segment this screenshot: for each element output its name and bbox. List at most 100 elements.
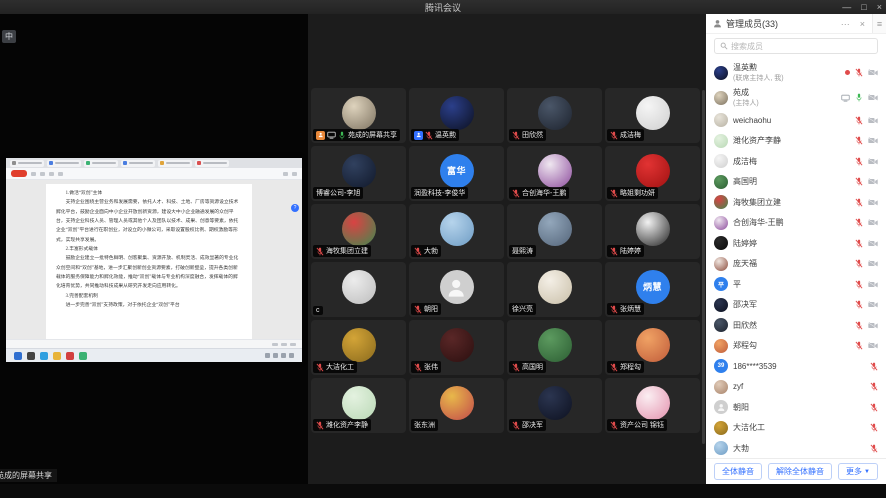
video-tile[interactable]: 大洁化工 xyxy=(311,320,406,375)
tile-name-label: 大勃 xyxy=(411,245,441,257)
participant-avatar xyxy=(342,212,376,246)
video-tile[interactable]: 陆婷婷 xyxy=(605,204,700,259)
tile-name-label: 朝阳 xyxy=(411,303,441,315)
video-tile[interactable]: 博睿公司-李旭 xyxy=(311,146,406,201)
tile-name-label: 苑成的屏幕共享 xyxy=(313,129,400,141)
participant-avatar xyxy=(636,328,670,362)
close-button[interactable]: × xyxy=(877,0,882,14)
mic-muted-icon xyxy=(610,131,618,140)
mic-muted-icon xyxy=(610,189,618,198)
panel-overflow-button[interactable]: ··· xyxy=(838,19,853,29)
member-row[interactable]: 合创海华-王鹏 xyxy=(706,213,886,234)
document-tab[interactable] xyxy=(121,160,155,167)
video-tile[interactable]: 张伟 xyxy=(409,320,504,375)
video-tile[interactable]: 徐兴亮 xyxy=(507,262,602,317)
member-avatar xyxy=(714,339,728,353)
mic-muted-icon xyxy=(316,421,324,430)
participant-name: 润盈科技-李俊华 xyxy=(414,188,465,198)
member-avatar: 平 xyxy=(714,277,728,291)
help-badge-icon[interactable]: ? xyxy=(291,204,299,212)
window-title: 腾讯会议 xyxy=(0,1,886,14)
member-search-box[interactable] xyxy=(714,38,878,54)
member-row[interactable]: 高国明 xyxy=(706,172,886,193)
video-tile[interactable]: 邵决军 xyxy=(507,378,602,433)
recording-dot-icon xyxy=(845,70,850,75)
member-row[interactable]: 温英勲(联席主持人, 我) xyxy=(706,60,886,85)
taskbar-app-icon[interactable] xyxy=(27,352,35,360)
video-tile[interactable]: 朝阳 xyxy=(409,262,504,317)
shared-screen-panel: 中 1.做活“双创”主体支持企业围绕主营业务和发展需要，依托人才、科技、土地、厂… xyxy=(0,14,308,484)
document-tab[interactable] xyxy=(195,160,229,167)
minimize-button[interactable]: — xyxy=(842,0,851,14)
member-row[interactable]: 大勃 xyxy=(706,438,886,459)
member-row[interactable]: 海牧集团立建 xyxy=(706,192,886,213)
video-tile[interactable]: c xyxy=(311,262,406,317)
system-tray xyxy=(265,353,294,358)
member-row[interactable]: 陆婷婷 xyxy=(706,233,886,254)
member-row[interactable]: 平平 xyxy=(706,274,886,295)
member-row[interactable]: 郑程勾 xyxy=(706,336,886,357)
video-tile[interactable]: 郑程勾 xyxy=(605,320,700,375)
video-tile[interactable]: 张东洲 xyxy=(409,378,504,433)
tile-name-label: 潍化资产李静 xyxy=(313,419,371,431)
panel-menu-icon[interactable]: ≡ xyxy=(872,14,886,33)
mute-all-button[interactable]: 全体静音 xyxy=(714,463,762,480)
document-tab[interactable] xyxy=(10,160,44,167)
video-tile[interactable]: 炳慧张炳慧 xyxy=(605,262,700,317)
taskbar-app-icon[interactable] xyxy=(40,352,48,360)
taskbar-app-icon[interactable] xyxy=(53,352,61,360)
video-tile[interactable]: 海牧集团立建 xyxy=(311,204,406,259)
member-row[interactable]: 朝阳 xyxy=(706,397,886,418)
video-tile[interactable]: 聂熙涛 xyxy=(507,204,602,259)
video-tile[interactable]: 温英勲 xyxy=(409,88,504,143)
member-name: 海牧集团立建 xyxy=(733,197,850,208)
taskbar-app-icon[interactable] xyxy=(79,352,87,360)
document-tab[interactable] xyxy=(47,160,81,167)
video-tile[interactable]: 成洁梅 xyxy=(605,88,700,143)
video-tile[interactable]: 富华润盈科技-李俊华 xyxy=(409,146,504,201)
member-row[interactable]: 田欣然 xyxy=(706,315,886,336)
member-name: 温英勲 xyxy=(733,62,840,73)
camera-off-icon xyxy=(868,69,878,76)
mic-muted-icon xyxy=(855,177,863,186)
member-row[interactable]: zyf xyxy=(706,377,886,398)
member-row[interactable]: weichaohu xyxy=(706,110,886,131)
wps-logo-icon xyxy=(11,170,27,177)
video-tile[interactable]: 合创海华-王鹏 xyxy=(507,146,602,201)
camera-off-icon xyxy=(868,94,878,101)
member-row[interactable]: 潍化资产李静 xyxy=(706,131,886,152)
member-row[interactable]: 大洁化工 xyxy=(706,418,886,439)
panel-close-button[interactable]: × xyxy=(857,19,868,29)
member-row[interactable]: 成洁梅 xyxy=(706,151,886,172)
member-row[interactable]: 苑成(主持人) xyxy=(706,85,886,110)
grid-scrollbar[interactable] xyxy=(702,90,705,444)
maximize-button[interactable]: □ xyxy=(861,0,866,14)
member-row[interactable]: 庞天福 xyxy=(706,254,886,275)
member-name: 陆婷婷 xyxy=(733,238,850,249)
search-input[interactable] xyxy=(731,42,872,51)
document-tab[interactable] xyxy=(84,160,118,167)
video-tile[interactable]: 田欣然 xyxy=(507,88,602,143)
participant-name: 海牧集团立建 xyxy=(326,246,368,256)
participant-name: 陆婷婷 xyxy=(620,246,641,256)
video-tile[interactable]: 资产公司 锦钰 xyxy=(605,378,700,433)
participant-name: 田欣然 xyxy=(522,130,543,140)
document-tab[interactable] xyxy=(158,160,192,167)
member-row[interactable]: 39186****3539 xyxy=(706,356,886,377)
member-avatar xyxy=(714,400,728,414)
members-icon xyxy=(713,19,722,28)
taskbar-app-icon[interactable] xyxy=(14,352,22,360)
video-tile[interactable]: 略姐剩功妍 xyxy=(605,146,700,201)
mic-muted-icon xyxy=(316,247,324,256)
taskbar-app-icon[interactable] xyxy=(66,352,74,360)
video-tile[interactable]: 高国明 xyxy=(507,320,602,375)
video-tile[interactable]: 潍化资产李静 xyxy=(311,378,406,433)
camera-off-icon xyxy=(868,260,878,267)
member-name: 郑程勾 xyxy=(733,340,850,351)
video-tile[interactable]: 苑成的屏幕共享 xyxy=(311,88,406,143)
bottom-strip xyxy=(0,484,886,498)
video-tile[interactable]: 大勃 xyxy=(409,204,504,259)
more-button[interactable]: 更多 ▼ xyxy=(838,463,878,480)
member-row[interactable]: 邵决军 xyxy=(706,295,886,316)
unmute-all-button[interactable]: 解除全体静音 xyxy=(768,463,832,480)
